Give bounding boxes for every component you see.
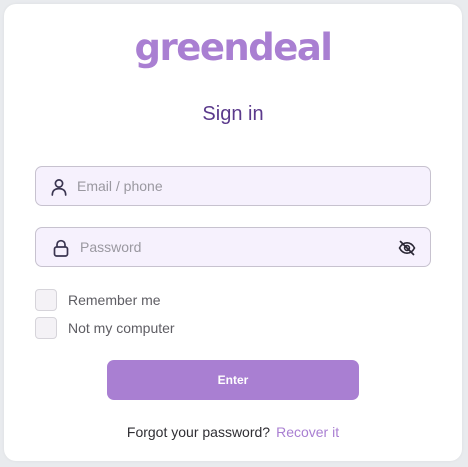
- brand-logo: greendeal: [134, 26, 334, 69]
- not-my-computer-checkbox[interactable]: [35, 317, 57, 339]
- password-input[interactable]: [80, 228, 380, 266]
- login-card: greendeal Sign in Remember me Not my com…: [4, 4, 462, 461]
- not-my-computer-row[interactable]: Not my computer: [35, 316, 175, 340]
- forgot-password-row: Forgot your password? Recover it: [4, 424, 462, 440]
- not-my-computer-label: Not my computer: [68, 320, 175, 336]
- enter-button[interactable]: Enter: [107, 360, 359, 400]
- lock-icon: [53, 239, 69, 257]
- remember-me-checkbox[interactable]: [35, 289, 57, 311]
- remember-me-row[interactable]: Remember me: [35, 288, 161, 312]
- password-field[interactable]: [35, 227, 431, 267]
- forgot-password-text: Forgot your password?: [126, 424, 271, 440]
- remember-me-label: Remember me: [68, 292, 161, 308]
- email-input[interactable]: [77, 167, 417, 205]
- recover-link[interactable]: Recover it: [276, 424, 339, 440]
- page-title: Sign in: [202, 103, 264, 125]
- email-field[interactable]: [35, 166, 431, 206]
- user-icon: [51, 179, 67, 196]
- eye-off-icon[interactable]: [398, 239, 416, 257]
